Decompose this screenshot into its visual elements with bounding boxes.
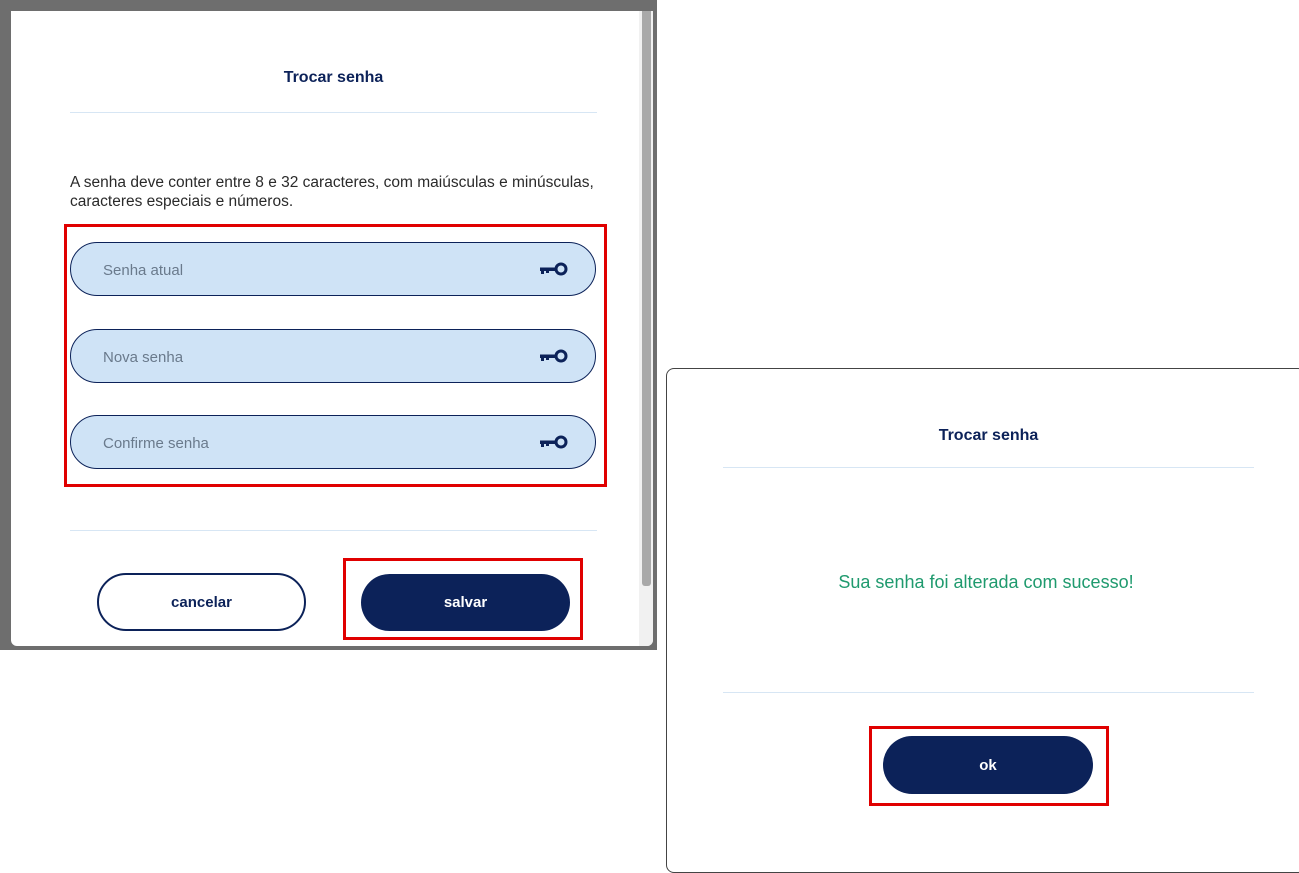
confirm-password-input[interactable] (101, 416, 525, 470)
cancel-button[interactable]: cancelar (97, 573, 306, 631)
divider (723, 692, 1254, 693)
key-icon (540, 435, 568, 449)
scrollbar[interactable] (639, 11, 653, 646)
current-password-input[interactable] (101, 243, 525, 297)
current-password-field[interactable] (70, 242, 596, 297)
divider (723, 467, 1254, 468)
divider (70, 112, 597, 113)
password-instructions: A senha deve conter entre 8 e 32 caracte… (70, 174, 594, 210)
new-password-input[interactable] (101, 330, 525, 384)
dialog-frame: Trocar senha A senha deve conter entre 8… (0, 0, 657, 650)
success-dialog: Trocar senha Sua senha foi alterada com … (666, 368, 1299, 873)
save-button[interactable]: salvar (361, 574, 570, 631)
ok-button[interactable]: ok (883, 736, 1093, 794)
key-icon (540, 349, 568, 363)
success-message: Sua senha foi alterada com sucesso! (838, 572, 1134, 592)
dialog-title: Trocar senha (938, 427, 1039, 444)
confirm-password-field[interactable] (70, 415, 596, 470)
key-icon (540, 262, 568, 276)
scrollbar-thumb[interactable] (642, 11, 651, 586)
new-password-field[interactable] (70, 329, 596, 384)
change-password-dialog: Trocar senha A senha deve conter entre 8… (11, 11, 653, 646)
dialog-title: Trocar senha (283, 69, 384, 86)
divider (70, 530, 597, 531)
